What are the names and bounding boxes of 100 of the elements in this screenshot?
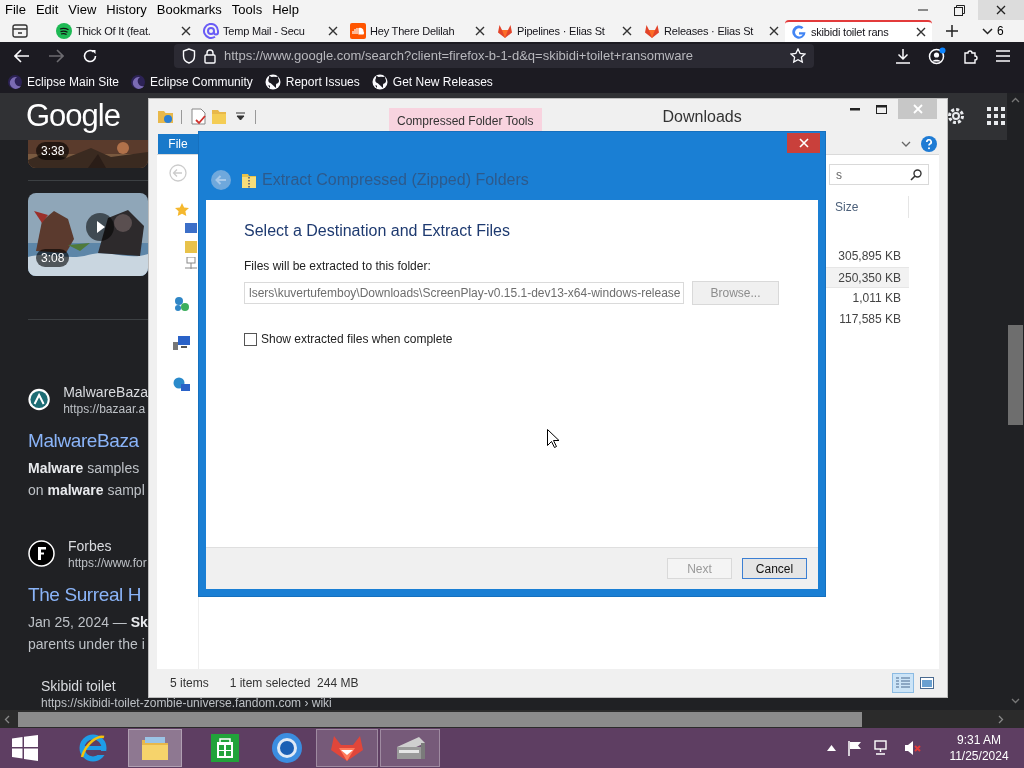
browser-tab[interactable]: Hey There Delilah [344, 20, 491, 42]
account-icon[interactable] [928, 47, 946, 65]
scroll-right-icon[interactable] [998, 714, 1004, 724]
menu-item[interactable]: History [101, 0, 152, 20]
music-icon [56, 23, 72, 39]
dialog-heading: Select a Destination and Extract Files [244, 221, 511, 241]
fox-icon [644, 23, 660, 39]
site-icon [28, 386, 51, 413]
sidebar-icon[interactable] [12, 24, 28, 38]
star-icon[interactable] [790, 48, 806, 64]
maximize-icon[interactable] [875, 104, 887, 114]
close-icon[interactable] [622, 26, 632, 36]
computer-icon[interactable] [173, 336, 190, 351]
size-cell[interactable]: 1,011 KB [826, 288, 909, 309]
site-url[interactable]: https://www.for [68, 554, 147, 571]
flag-icon[interactable] [848, 740, 862, 756]
result-snippet: parents under the i [28, 634, 146, 654]
menu-item[interactable]: Edit [30, 0, 64, 20]
status-text: 5 items [170, 675, 209, 692]
cloud-icon [350, 23, 366, 39]
result-title[interactable]: The Surreal H [28, 582, 148, 607]
close-icon[interactable] [996, 5, 1006, 15]
star-icon[interactable] [173, 202, 190, 218]
at-sign-icon [203, 23, 219, 39]
tab-count: 6 [997, 23, 1004, 40]
result-snippet: Jan 25, 2024 — Sk [28, 612, 148, 632]
size-cell[interactable]: 117,585 KB [826, 309, 909, 330]
menu-item[interactable]: Help [267, 0, 304, 20]
context-tab[interactable]: Compressed Folder Tools [389, 108, 542, 134]
lock-icon[interactable] [204, 48, 216, 64]
bookmark[interactable]: Eclipse Community [129, 72, 255, 91]
dialog-button[interactable]: Cancel [742, 558, 807, 579]
browser-tab[interactable]: Releases · Elias St [638, 20, 785, 42]
play-icon[interactable] [86, 212, 114, 241]
logo[interactable]: Google [26, 93, 120, 140]
moon-icon [8, 74, 22, 89]
close-icon[interactable] [328, 26, 338, 36]
size-cell[interactable]: 305,895 KB [826, 246, 909, 267]
close-button[interactable] [787, 133, 820, 153]
search-icon[interactable] [910, 168, 922, 181]
puzzle-icon[interactable] [963, 48, 979, 64]
search-engine-icon [791, 24, 807, 40]
checkbox[interactable] [244, 332, 257, 346]
dialog-title: Extract Compressed (Zipped) Folders [262, 170, 529, 190]
scroll-left-icon[interactable] [4, 714, 10, 724]
close-icon[interactable] [916, 27, 926, 37]
menu-item[interactable]: Tools [226, 0, 268, 20]
apps-grid-icon[interactable] [987, 107, 1005, 126]
result-snippet: Malware samples [28, 458, 141, 478]
menu-item[interactable]: View [63, 0, 102, 20]
forward-icon[interactable] [48, 49, 64, 63]
result-title[interactable]: MalwareBaza [28, 428, 148, 453]
help-icon[interactable] [921, 136, 937, 152]
menu-item[interactable]: File [0, 0, 31, 20]
browser-tab[interactable]: Temp Mail - Secu [197, 20, 344, 42]
close-icon[interactable] [769, 26, 779, 36]
browser-tab[interactable]: Thick Of It (feat. [50, 20, 197, 42]
chevron-down-icon[interactable] [982, 27, 993, 35]
muted-speaker-icon[interactable] [904, 740, 922, 756]
browser-e-icon [78, 733, 108, 763]
download-icon[interactable] [895, 48, 911, 64]
site-name: Forbes [68, 536, 112, 555]
minimize-icon[interactable] [850, 107, 860, 111]
reload-icon[interactable] [82, 48, 98, 64]
site-url[interactable]: https://bazaar.a [63, 400, 146, 417]
start-icon[interactable] [12, 735, 38, 761]
size-cell[interactable]: 250,350 KB [826, 267, 909, 288]
zip-folder-icon [242, 171, 256, 189]
browser-tab[interactable]: Pipelines · Elias St [491, 20, 638, 42]
address-bar[interactable]: https://www.google.com/search?client=firefox-b-1-d&q=skibidi+toilet+ransomware [174, 44, 814, 68]
cat-icon [371, 73, 388, 90]
menu-item[interactable]: Bookmarks [151, 0, 227, 20]
menu-icon[interactable] [996, 50, 1010, 62]
site-icon [28, 540, 55, 567]
search-field[interactable]: s [829, 164, 929, 185]
shield-icon[interactable] [182, 48, 196, 64]
scroll-up-icon[interactable] [1011, 97, 1020, 103]
dropdown-icon[interactable] [236, 112, 245, 121]
moon-icon [131, 74, 146, 89]
file-tab[interactable]: File [158, 134, 198, 154]
scrollbar-thumb[interactable] [18, 711, 862, 727]
cursor-icon [547, 429, 559, 448]
checkbox-label[interactable]: Show extracted files when complete [261, 330, 453, 348]
cat-icon [264, 73, 281, 90]
close-icon[interactable] [475, 26, 485, 36]
scrollbar-thumb[interactable] [1008, 325, 1023, 425]
bookmark[interactable]: Get New Releases [369, 72, 495, 91]
clock[interactable]: 9:31 AM 11/25/2024 [944, 732, 1014, 764]
bookmark[interactable]: Eclipse Main Site [6, 72, 122, 91]
ring-icon [271, 732, 303, 764]
taskbar-app[interactable] [380, 729, 440, 767]
new-tab-icon[interactable] [946, 25, 958, 37]
chevron-up-icon[interactable] [827, 745, 836, 751]
site-url[interactable]: https://skibidi-toilet-zombie-universe.fandom.com › wiki [41, 694, 332, 711]
scroll-down-icon[interactable] [1011, 698, 1020, 704]
restore-icon[interactable] [954, 4, 965, 16]
document-icon[interactable] [191, 108, 206, 125]
bookmark[interactable]: Report Issues [262, 72, 362, 91]
close-icon[interactable] [181, 26, 191, 36]
browser-tab[interactable]: skibidi toilet rans [785, 20, 932, 42]
